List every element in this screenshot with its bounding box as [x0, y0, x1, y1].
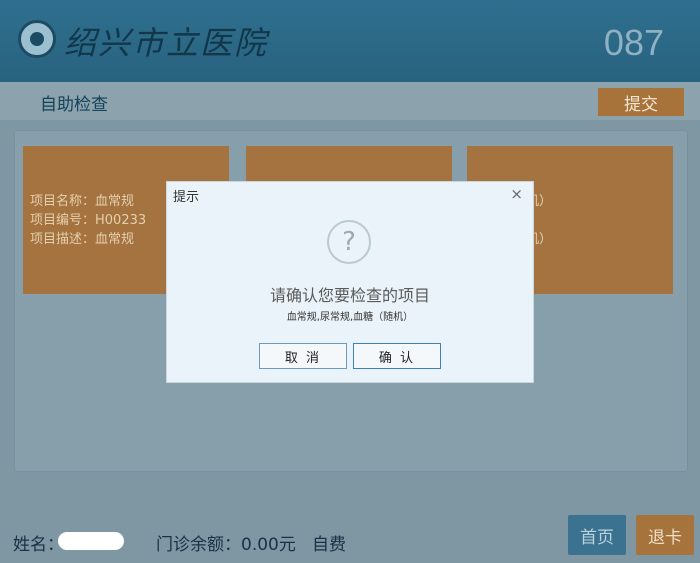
confirm-button[interactable]: 确 认 — [353, 343, 441, 369]
queue-number: 087 — [603, 22, 664, 63]
hospital-name-logo: 绍兴市立医院 — [64, 24, 269, 62]
cancel-button[interactable]: 取 消 — [259, 343, 347, 369]
hospital-logo-icon — [18, 20, 56, 58]
close-icon[interactable]: × — [510, 185, 523, 203]
dialog-title: 提示 — [173, 190, 200, 205]
home-button[interactable]: 首页 — [568, 515, 626, 555]
page-title: 自助检查 — [40, 95, 108, 115]
dialog-selected-items: 血常规,尿常规,血糖（随机） — [286, 312, 414, 323]
exit-card-button[interactable]: 退卡 — [636, 515, 694, 555]
question-icon: ? — [327, 220, 371, 264]
dialog-message: 请确认您要检查的项目 — [269, 286, 430, 305]
submit-button[interactable]: 提交 — [598, 88, 684, 116]
patient-name-redacted — [58, 532, 124, 550]
fee-type: 自费 — [312, 535, 346, 555]
app-header: 绍兴市立医院 087 — [0, 0, 700, 82]
confirm-dialog: 提示 × ? 请确认您要检查的项目 血常规,尿常规,血糖（随机） 取 消 确 认 — [166, 181, 534, 383]
outpatient-balance: 门诊余额：0.00元 — [156, 535, 296, 555]
patient-name-label: 姓名： — [13, 535, 64, 555]
